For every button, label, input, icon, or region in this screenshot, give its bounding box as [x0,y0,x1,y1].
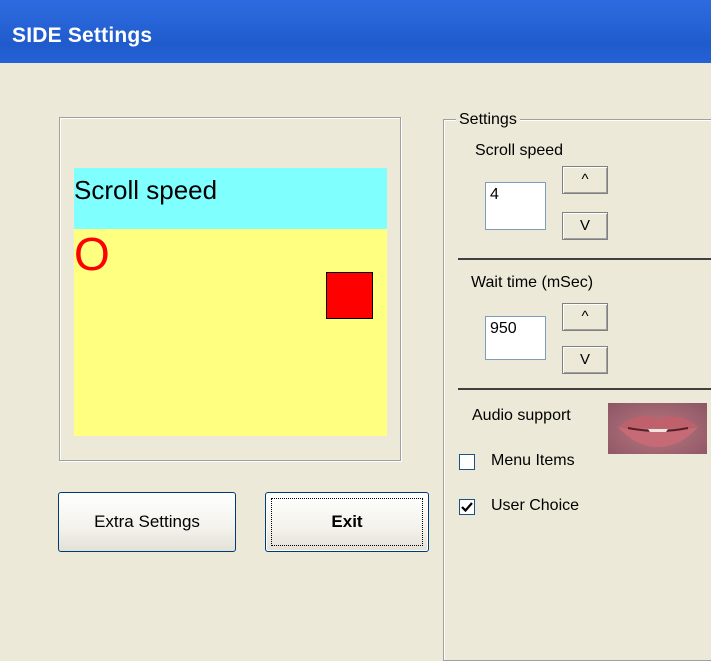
menu-items-checkbox[interactable] [459,454,475,470]
settings-legend: Settings [456,111,520,129]
exit-label: Exit [331,512,363,531]
menu-items-label: Menu Items [491,452,575,469]
settings-group [443,119,711,661]
scroll-speed-down-button[interactable]: V [562,212,608,240]
extra-settings-button[interactable]: Extra Settings [58,492,236,552]
preview-header-text: Scroll speed [74,175,218,205]
wait-time-down-button[interactable]: V [562,346,608,374]
preview-panel: Scroll speed O [59,117,401,461]
user-choice-checkbox[interactable] [459,499,475,515]
title-bar: SIDE Settings [0,0,711,63]
lips-image [608,403,707,454]
preview-header: Scroll speed [74,168,387,229]
extra-settings-label: Extra Settings [94,512,200,531]
checkmark-icon [461,502,473,513]
wait-time-input[interactable]: 950 [485,316,546,360]
separator [458,388,711,390]
dialog-client-area: Scroll speed O Extra Settings Exit Setti… [0,63,711,661]
audio-support-label: Audio support [472,407,571,424]
wait-time-label: Wait time (mSec) [471,274,594,291]
exit-button[interactable]: Exit [265,492,429,552]
scroll-speed-input[interactable]: 4 [485,182,546,230]
separator [458,258,711,260]
user-choice-label: User Choice [491,497,580,514]
preview-canvas: Scroll speed O [74,168,387,436]
scroll-speed-label: Scroll speed [475,142,564,159]
wait-time-up-button[interactable]: ^ [562,303,608,331]
scroll-speed-up-button[interactable]: ^ [562,166,608,194]
lips-icon [618,416,698,447]
preview-red-square [326,272,373,319]
preview-letter: O [74,228,110,280]
window-title: SIDE Settings [12,24,153,47]
